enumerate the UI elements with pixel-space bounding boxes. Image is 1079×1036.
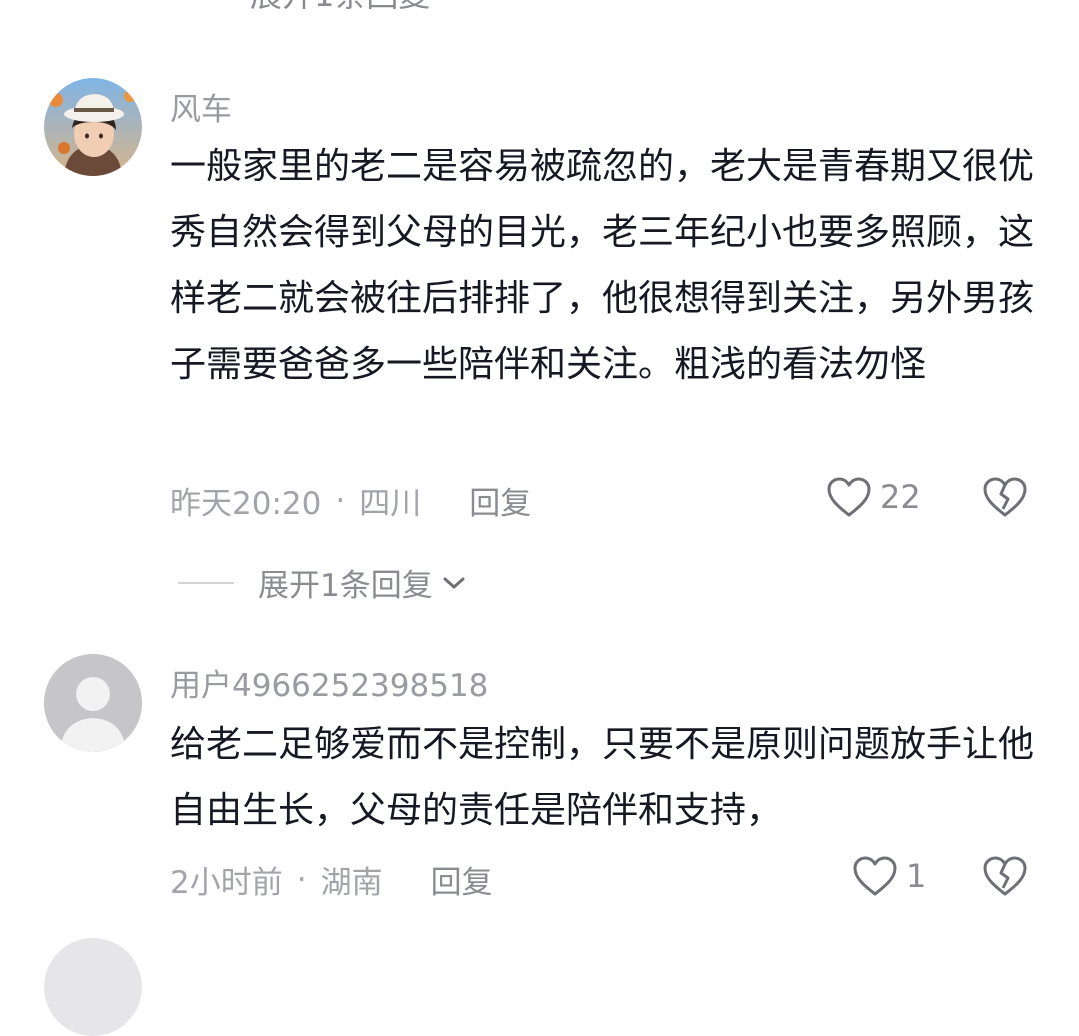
username[interactable]: 用户4966252398518 xyxy=(170,660,488,705)
broken-heart-icon xyxy=(983,477,1027,517)
expand-replies-link-cut[interactable]: 展开1条回复 xyxy=(250,0,430,16)
dislike-button[interactable] xyxy=(982,476,1028,522)
comment-text: 一般家里的老二是容易被疏忽的，老大是青春期又很优秀自然会得到父母的目光，老三年纪… xyxy=(170,146,1035,385)
default-avatar-icon xyxy=(44,654,142,752)
avatar[interactable] xyxy=(44,938,142,1036)
expand-replies-button[interactable]: 展开1条回复 xyxy=(178,560,467,605)
like-count: 22 xyxy=(880,478,921,516)
like-button[interactable]: 1 xyxy=(852,855,926,897)
location: 四川 xyxy=(359,486,422,522)
comment-text: 给老二足够爱而不是控制，只要不是原则问题放手让他自由生长，父母的责任是陪伴和支持… xyxy=(170,724,1035,831)
location: 湖南 xyxy=(320,865,383,901)
timestamp: 昨天20:20 xyxy=(170,486,322,522)
reply-button[interactable]: 回复 xyxy=(431,857,493,902)
divider-line xyxy=(178,581,234,584)
heart-outline-icon xyxy=(853,856,897,896)
avatar-image xyxy=(44,78,142,176)
meta-separator: · xyxy=(296,861,307,898)
avatar[interactable] xyxy=(44,654,142,752)
avatar[interactable] xyxy=(44,78,142,176)
like-button[interactable]: 22 xyxy=(826,476,921,518)
comment-meta: 2小时前 · 湖南 回复 xyxy=(170,857,493,902)
reply-button[interactable]: 回复 xyxy=(469,478,531,523)
comment-meta: 昨天20:20 · 四川 回复 xyxy=(170,478,531,523)
expand-replies-label: 展开1条回复 xyxy=(258,568,433,604)
expand-replies-label: 展开1条回复 xyxy=(250,0,430,14)
broken-heart-icon xyxy=(983,856,1027,896)
dislike-button[interactable] xyxy=(982,855,1028,901)
heart-outline-icon xyxy=(827,477,871,517)
timestamp: 2小时前 xyxy=(170,865,283,901)
username[interactable]: 风车 xyxy=(170,84,232,129)
like-count: 1 xyxy=(906,857,927,895)
chevron-down-icon xyxy=(443,577,465,588)
meta-separator: · xyxy=(335,482,346,519)
